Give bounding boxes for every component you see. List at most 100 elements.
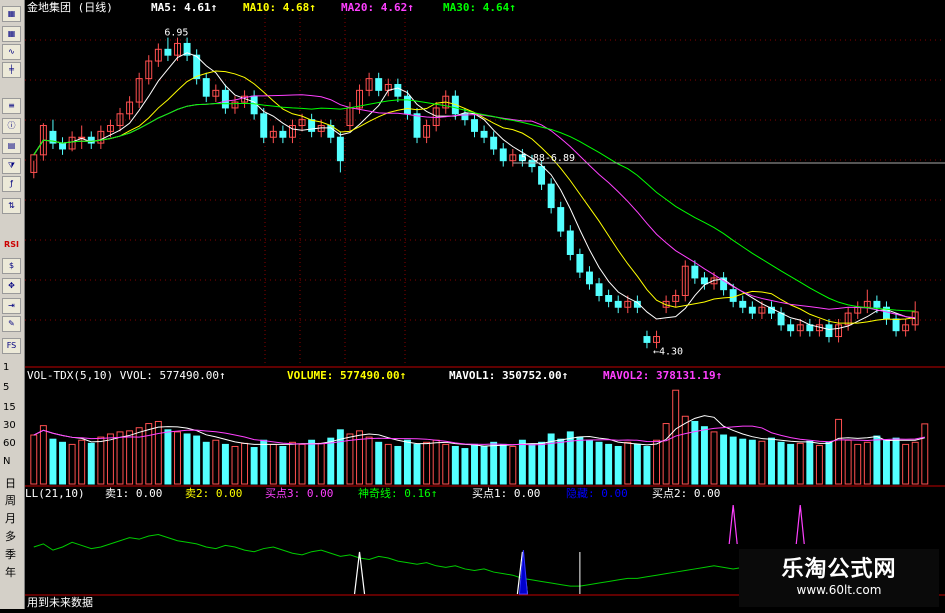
filter-icon[interactable]: ⧩: [2, 158, 21, 174]
line-chart-icon[interactable]: ∿: [2, 44, 21, 60]
candle-body: [471, 119, 478, 132]
period-minute-N[interactable]: N: [3, 456, 10, 467]
period-day[interactable]: 日: [5, 475, 16, 491]
candle-body: [557, 207, 565, 232]
rsi-icon[interactable]: RSI: [2, 238, 21, 254]
candle-body: [777, 312, 785, 326]
ind-magic-label: 神奇线: 0.16↑: [358, 486, 437, 500]
volume-bar: [39, 425, 47, 485]
volume-bar: [145, 423, 153, 485]
volume-bar: [126, 430, 134, 485]
period-minute-30[interactable]: 30: [3, 420, 16, 431]
volume-bar: [336, 429, 344, 485]
volume-bar: [202, 441, 210, 485]
candle-body: [260, 113, 268, 138]
volume-bar: [78, 439, 86, 485]
volume-bar: [662, 423, 670, 485]
volume-bar: [375, 441, 383, 485]
ind-name-label: LL(21,10): [25, 487, 85, 500]
period-quarter[interactable]: 季: [5, 546, 16, 562]
volume-bar: [106, 433, 114, 485]
volume-bar: [633, 443, 641, 485]
volume-bar: [566, 431, 574, 485]
volume-bar: [768, 437, 775, 485]
volume-bar: [585, 439, 593, 485]
volume-bar: [528, 443, 536, 485]
volume-bar: [518, 439, 526, 485]
volume-bar: [499, 443, 507, 485]
candle-body: [873, 300, 881, 308]
volume-bar: [854, 443, 862, 485]
volume-bar: [183, 433, 191, 485]
volume-bar: [116, 431, 124, 485]
volume-bar: [250, 447, 258, 485]
candlestick-icon[interactable]: ╪: [2, 62, 21, 78]
grid-icon[interactable]: ▦: [2, 6, 21, 22]
volume-bar: [471, 443, 478, 485]
volume-bar: [825, 441, 833, 485]
period-year[interactable]: 年: [5, 564, 16, 580]
period-minute-60[interactable]: 60: [3, 438, 16, 449]
move-icon[interactable]: ✥: [2, 278, 21, 294]
volume-bar: [193, 435, 201, 485]
candle-body: [336, 136, 344, 162]
volume-bar: [461, 448, 469, 485]
ma10-line: [33, 70, 916, 324]
ma20-label: MA20: 4.62↑: [341, 1, 414, 14]
ma30-label: MA30: 4.64↑: [443, 1, 516, 14]
vol-mavol1-label: MAVOL1: 350752.00↑: [449, 369, 568, 382]
volume-bar: [557, 438, 565, 485]
watermark-title: 乐淘公式网: [781, 557, 897, 582]
volume-bar: [423, 441, 431, 485]
price-panel: 6.95 5.88-6.89 ←4.30: [30, 28, 945, 357]
volume-bar: [892, 437, 900, 485]
price-title: 金地集团 (日线): [27, 0, 113, 14]
volume-bar: [806, 440, 814, 485]
footer-note: 用到未来数据: [27, 595, 93, 609]
candle-body: [221, 89, 229, 109]
volume-bar: [605, 443, 613, 485]
period-month[interactable]: 月: [5, 510, 16, 526]
compare-icon[interactable]: ⇅: [2, 198, 21, 214]
candle-body: [538, 166, 546, 185]
grid-icon[interactable]: ▦: [2, 26, 21, 42]
volume-bar: [432, 439, 440, 485]
formula-icon[interactable]: ƒ: [2, 176, 21, 192]
volume-bar: [164, 429, 172, 485]
period-minute-15[interactable]: 15: [3, 402, 16, 413]
period-week[interactable]: 周: [5, 492, 16, 508]
volume-bar: [576, 436, 584, 485]
volume-bar: [595, 441, 603, 485]
grid-layer: [25, 14, 945, 596]
candle-body: [787, 324, 795, 332]
dollar-icon[interactable]: $: [2, 258, 21, 274]
period-minute-5[interactable]: 5: [3, 382, 9, 393]
candle-body: [729, 289, 737, 302]
ind-hidden-label: 隐藏: 0.00: [566, 487, 628, 500]
candle-body: [643, 336, 651, 343]
volume-bar: [643, 445, 651, 485]
candle-body: [394, 83, 402, 97]
volume-bar: [911, 441, 919, 485]
volume-bar: [442, 443, 450, 485]
period-minute-1[interactable]: 1: [3, 362, 9, 373]
period-multi[interactable]: 多: [5, 528, 16, 544]
volume-bar: [614, 445, 622, 485]
candle-body: [499, 148, 507, 162]
export-icon[interactable]: ⇥: [2, 298, 21, 314]
vol-vvol-label: VOL-TDX(5,10) VVOL: 577490.00↑: [27, 369, 226, 382]
volume-bar: [835, 418, 843, 485]
calendar-icon[interactable]: ▤: [2, 138, 21, 154]
stock-info-icon[interactable]: ⓘ: [2, 118, 21, 134]
candle-body: [892, 318, 900, 332]
volume-bar: [758, 440, 766, 485]
volume-bar: [902, 443, 910, 485]
draw-icon[interactable]: ✎: [2, 316, 21, 332]
financial-icon[interactable]: ≡: [2, 98, 21, 114]
candle-body: [279, 130, 287, 138]
fullscreen-icon[interactable]: FS: [2, 338, 21, 354]
volume-bar: [394, 445, 402, 485]
candle-body: [585, 271, 593, 285]
volume-bar: [30, 434, 38, 485]
volume-bar: [739, 438, 747, 485]
